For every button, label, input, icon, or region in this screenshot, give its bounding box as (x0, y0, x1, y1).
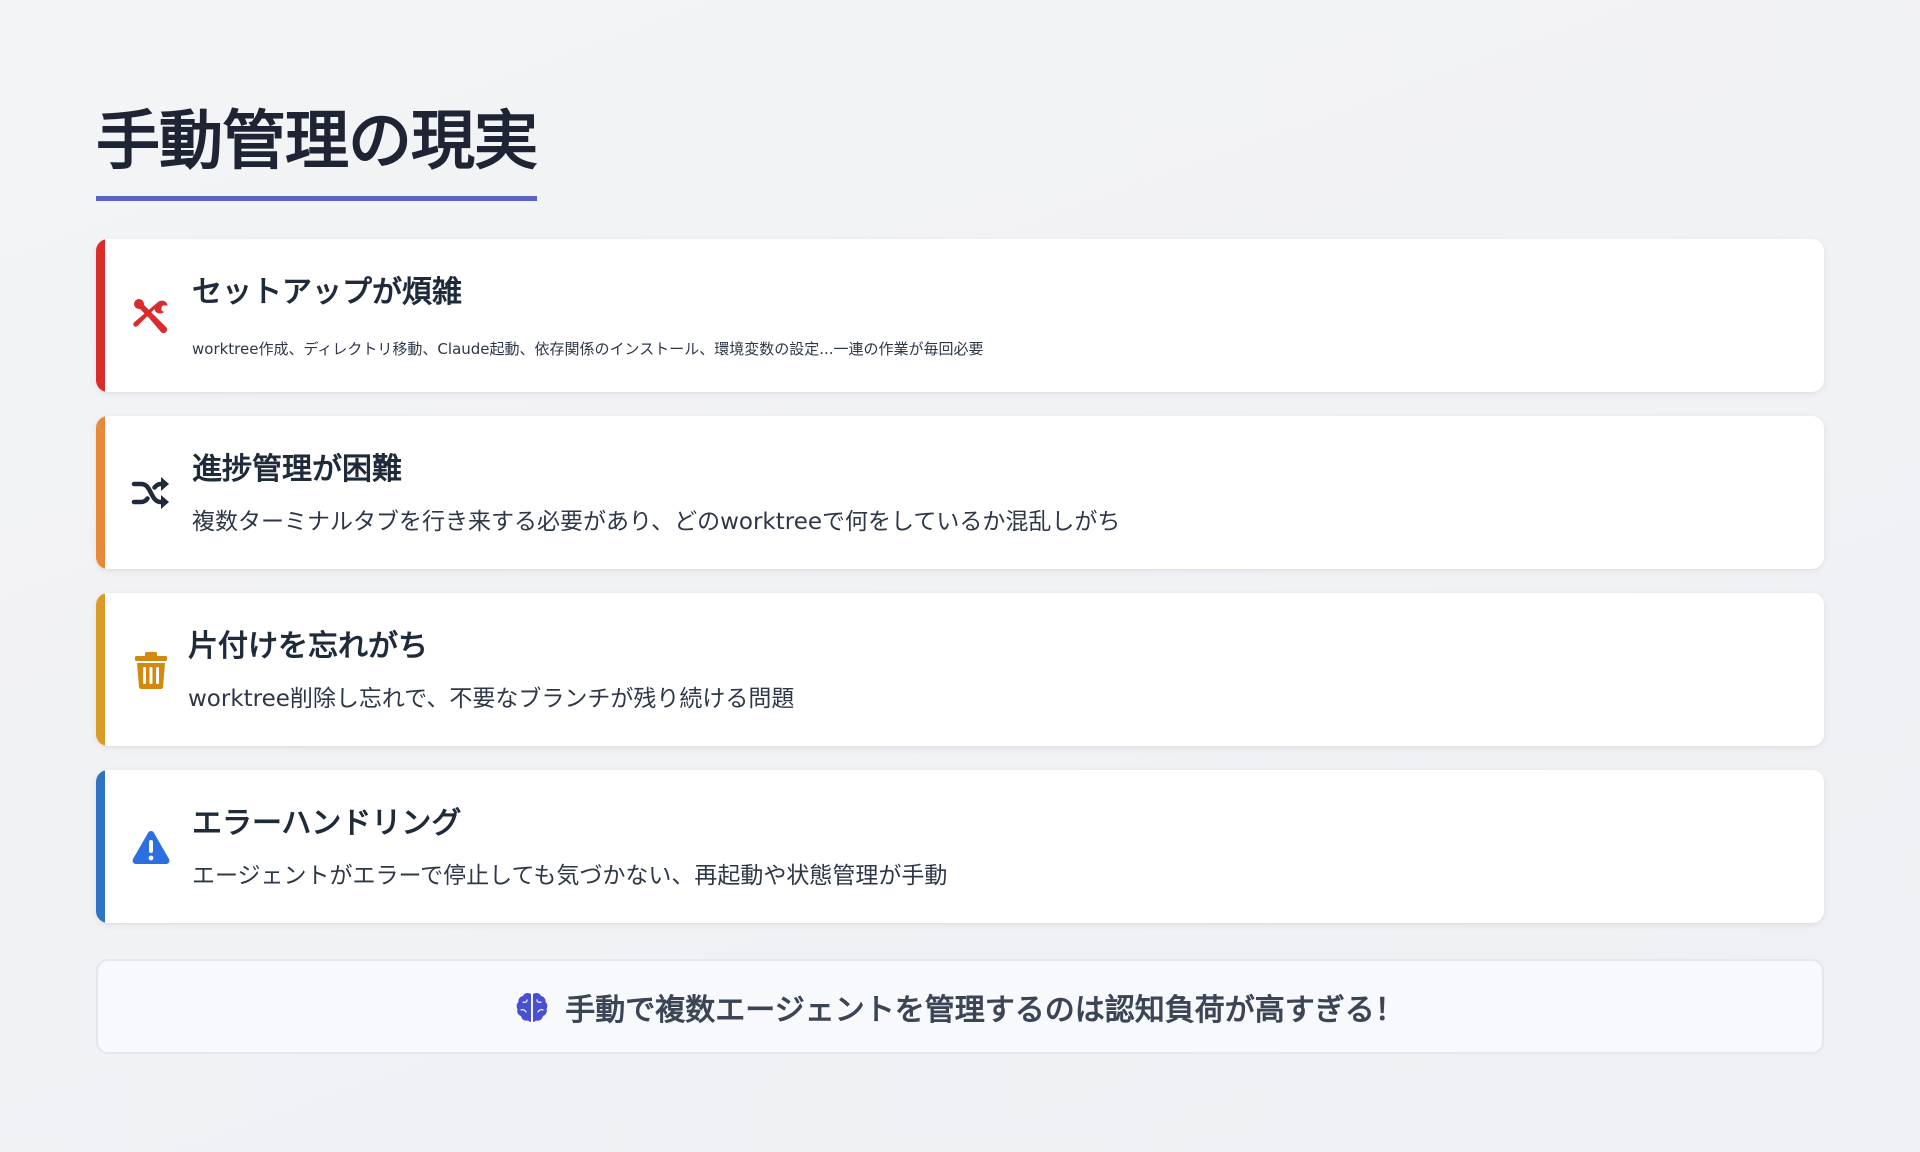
issue-card-cleanup: 片付けを忘れがち worktree削除し忘れで、不要なブランチが残り続ける問題 (96, 593, 1824, 746)
issue-card-setup: セットアップが煩雑 worktree作成、ディレクトリ移動、Claude起動、依… (96, 239, 1824, 392)
page-title: 手動管理の現実 (96, 100, 538, 201)
card-heading: セットアップが煩雑 (192, 275, 462, 310)
card-description: worktree作成、ディレクトリ移動、Claude起動、依存関係のインストール… (192, 340, 984, 358)
card-description: エージェントがエラーで停止しても気づかない、再起動や状態管理が手動 (192, 863, 948, 889)
tools-icon (130, 295, 172, 337)
issue-card-progress: 進捗管理が困難 複数ターミナルタブを行き来する必要があり、どのworktreeで… (96, 416, 1824, 569)
card-heading: 片付けを忘れがち (188, 629, 428, 664)
brain-icon (515, 990, 549, 1024)
card-heading: エラーハンドリング (192, 806, 462, 841)
callout-text: 手動で複数エージェントを管理するのは認知負荷が高すぎる！ (565, 992, 1405, 1028)
trash-icon (130, 649, 172, 691)
card-heading: 進捗管理が困難 (192, 452, 402, 487)
card-description: worktree削除し忘れで、不要なブランチが残り続ける問題 (188, 686, 795, 712)
card-description: 複数ターミナルタブを行き来する必要があり、どのworktreeで何をしているか混… (192, 509, 1121, 535)
summary-callout: 手動で複数エージェントを管理するのは認知負荷が高すぎる！ (96, 959, 1824, 1054)
shuffle-icon (130, 472, 172, 514)
warning-icon (130, 826, 172, 868)
issue-card-error-handling: エラーハンドリング エージェントがエラーで停止しても気づかない、再起動や状態管理… (96, 770, 1824, 923)
